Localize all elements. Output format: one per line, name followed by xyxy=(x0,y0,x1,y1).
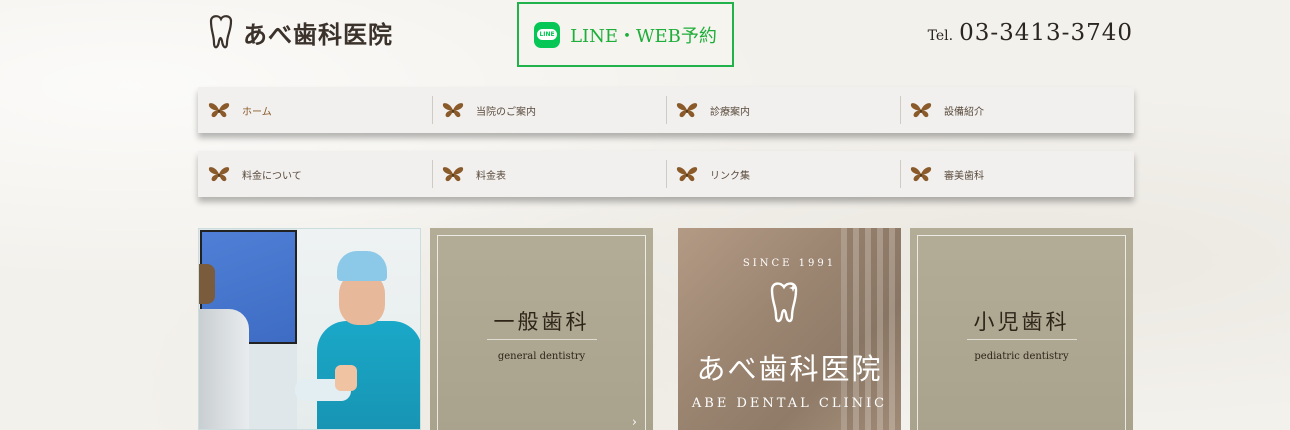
butterfly-icon xyxy=(208,103,230,118)
clinic-brand-image: SINCE 1991 あべ歯科医院 ABE DENTAL CLINIC xyxy=(678,228,901,430)
brand-name-jp: あべ歯科医院 xyxy=(696,352,883,386)
line-button-label: LINE・WEB予約 xyxy=(570,25,717,47)
photo-dentist-scrubs xyxy=(317,321,420,429)
nav-row-2: 料金について 料金表 リンク集 審美歯科 xyxy=(198,151,1134,197)
butterfly-icon xyxy=(676,167,698,182)
dentist-photo xyxy=(198,228,421,430)
nav-label: 設備紹介 xyxy=(944,106,984,118)
line-web-reservation-button[interactable]: LINE LINE・WEB予約 xyxy=(517,2,734,67)
line-app-icon: LINE xyxy=(534,21,561,48)
tile-divider xyxy=(486,339,597,340)
site-logo[interactable]: あべ歯科医院 xyxy=(205,12,393,52)
butterfly-icon xyxy=(910,167,932,182)
since-text: SINCE 1991 xyxy=(742,258,837,269)
nav-item-links[interactable]: リンク集 xyxy=(666,151,900,197)
nav-item-home[interactable]: ホーム xyxy=(198,87,432,133)
photo-chair xyxy=(199,309,249,429)
tel-number: 03-3413-3740 xyxy=(959,20,1133,46)
butterfly-icon xyxy=(910,103,932,118)
nav-label: 当院のご案内 xyxy=(476,106,536,118)
tile-subtitle: pediatric dentistry xyxy=(974,351,1069,362)
photo-dentist-cap xyxy=(337,251,387,281)
butterfly-icon xyxy=(676,103,698,118)
pediatric-dentistry-tile[interactable]: 小児歯科 pediatric dentistry xyxy=(910,228,1133,430)
line-icon-text: LINE xyxy=(537,29,557,40)
tile-title: 一般歯科 xyxy=(493,310,590,334)
nav-item-fees[interactable]: 料金について xyxy=(198,151,432,197)
tooth-icon xyxy=(209,15,233,49)
photo-patient-hair xyxy=(199,264,215,304)
tel-prefix: Tel. xyxy=(927,28,954,44)
nav-item-equipment[interactable]: 設備紹介 xyxy=(900,87,1134,133)
nav-label: 審美歯科 xyxy=(944,170,984,182)
butterfly-icon xyxy=(442,103,464,118)
butterfly-icon xyxy=(208,167,230,182)
tile-divider xyxy=(966,339,1077,340)
logo-text: あべ歯科医院 xyxy=(243,19,393,49)
tile-subtitle: general dentistry xyxy=(497,351,586,362)
photo-dental-model xyxy=(335,365,357,391)
tile-title: 小児歯科 xyxy=(973,310,1070,334)
nav-label: ホーム xyxy=(242,106,272,118)
phone-number[interactable]: Tel. 03-3413-3740 xyxy=(928,20,1133,46)
brand-name-en: ABE DENTAL CLINIC xyxy=(691,396,888,411)
tooth-icon xyxy=(770,282,798,323)
nav-item-about[interactable]: 当院のご案内 xyxy=(432,87,666,133)
general-dentistry-tile[interactable]: 一般歯科 general dentistry › xyxy=(430,228,653,430)
nav-item-cosmetic[interactable]: 審美歯科 xyxy=(900,151,1134,197)
nav-row-1: ホーム 当院のご案内 診療案内 設備紹介 xyxy=(198,87,1134,133)
nav-label: 料金について xyxy=(242,170,302,182)
chevron-right-icon: › xyxy=(631,415,637,430)
nav-item-services[interactable]: 診療案内 xyxy=(666,87,900,133)
nav-item-fee-table[interactable]: 料金表 xyxy=(432,151,666,197)
butterfly-icon xyxy=(442,167,464,182)
nav-label: 料金表 xyxy=(476,170,506,182)
nav-label: 診療案内 xyxy=(710,106,750,118)
nav-label: リンク集 xyxy=(710,170,750,182)
